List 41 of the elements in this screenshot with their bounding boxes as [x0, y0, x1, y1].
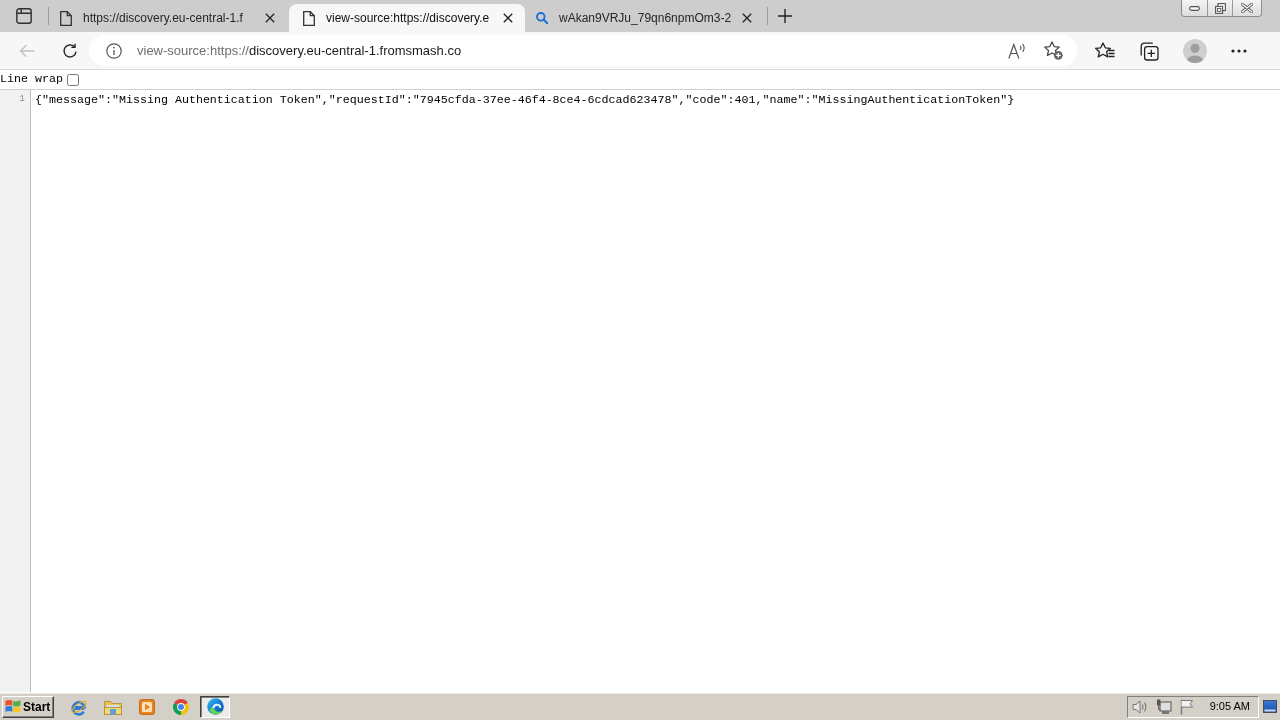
close-icon[interactable] [503, 13, 513, 23]
windows-flag-icon [5, 699, 21, 714]
start-button[interactable]: Start [2, 695, 54, 718]
more-icon[interactable] [1231, 48, 1247, 53]
line-wrap-checkbox[interactable] [66, 73, 79, 86]
speaker-icon [1131, 698, 1148, 715]
network-icon [1155, 698, 1172, 715]
read-aloud-icon[interactable] [1008, 42, 1026, 59]
clock: 9:05 AM [1209, 699, 1250, 715]
search-icon [536, 12, 548, 24]
swirl-logo-icon [206, 698, 224, 715]
info-icon [106, 42, 122, 59]
close-icon[interactable] [265, 13, 275, 23]
close-icon [1241, 3, 1253, 13]
line-number: 1 [18, 93, 26, 106]
address-field[interactable]: view-source:https://discovery.eu-central-1.fromsmash.co [89, 35, 1077, 66]
folder-icon [104, 698, 122, 715]
restore-button[interactable] [1207, 0, 1232, 16]
tab[interactable]: view-source:https://discovery.e [289, 4, 525, 32]
close-icon[interactable] [742, 13, 753, 23]
restore-icon [1214, 2, 1226, 14]
close-button[interactable] [1232, 0, 1261, 16]
favorites-icon[interactable] [1095, 41, 1115, 60]
collections-icon[interactable] [1139, 40, 1159, 61]
document-icon [60, 10, 72, 26]
show-desktop-icon[interactable] [1263, 700, 1277, 713]
circle-logo-icon [173, 698, 189, 715]
new-tab-plus-icon[interactable] [778, 9, 793, 23]
refresh-icon[interactable] [62, 42, 78, 59]
tab[interactable]: wAkan9VRJu_79qn6npmOm3-2 [527, 4, 765, 32]
star-plus-icon[interactable] [1044, 41, 1063, 60]
window-icon[interactable] [16, 8, 32, 24]
source-line: {"message":"Missing Authentication Token","requestId":"7945cfda-37ee-46f4-8ce4-6cdcad623478","code":401,"name":"MissingAuthenticationToken"} [35, 93, 1015, 108]
line-wrap-label: Line wrap [0, 70, 63, 88]
tab[interactable]: https://discovery.eu-central-1.f [51, 4, 287, 32]
flag-icon [1179, 698, 1194, 715]
minimize-button[interactable] [1182, 0, 1207, 16]
document-icon [303, 10, 315, 26]
minimize-icon [1189, 5, 1200, 11]
taskbar-button[interactable] [200, 695, 230, 718]
play-icon [139, 698, 155, 715]
